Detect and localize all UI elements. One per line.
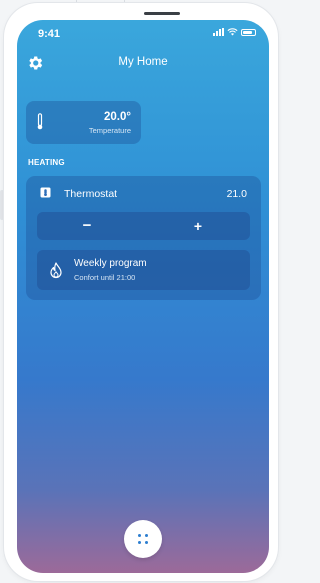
temperature-value: 20.0° — [104, 111, 131, 123]
speaker-notch — [144, 12, 180, 15]
flame-icon — [50, 262, 62, 279]
app-screen: 9:41 My Home 20.0° Temperature HEATING T… — [17, 20, 269, 573]
program-name: Weekly program — [74, 258, 147, 269]
page: 9:41 My Home 20.0° Temperature HEATING T… — [0, 0, 281, 583]
increase-button[interactable]: + — [188, 216, 208, 236]
heating-card: Thermostat 21.0 − + Weekly program Confo… — [26, 176, 261, 300]
page-title: My Home — [118, 56, 168, 68]
battery-icon — [241, 28, 256, 36]
thermostat-header[interactable]: Thermostat 21.0 — [26, 176, 261, 206]
signal-icon — [213, 28, 224, 36]
status-time: 9:41 — [38, 28, 61, 40]
decrease-button[interactable]: − — [77, 216, 97, 236]
thermostat-setpoint: 21.0 — [226, 188, 247, 200]
temperature-stepper: − + — [37, 212, 250, 240]
wifi-icon — [227, 28, 238, 36]
program-status: Confort until 21:00 — [74, 273, 136, 282]
top-bar: My Home — [17, 52, 269, 74]
temperature-label: Temperature — [88, 126, 131, 135]
thermostat-name: Thermostat — [64, 188, 118, 200]
temperature-card[interactable]: 20.0° Temperature — [26, 101, 141, 144]
section-heading: HEATING — [28, 158, 65, 167]
weekly-program-item[interactable]: Weekly program Confort until 21:00 — [37, 250, 250, 290]
menu-dots-icon — [137, 533, 149, 545]
thermometer-icon — [37, 113, 43, 130]
status-bar: 9:41 — [17, 20, 269, 48]
status-icons — [213, 28, 256, 36]
thermostat-icon — [40, 187, 51, 198]
menu-button[interactable] — [124, 520, 162, 558]
